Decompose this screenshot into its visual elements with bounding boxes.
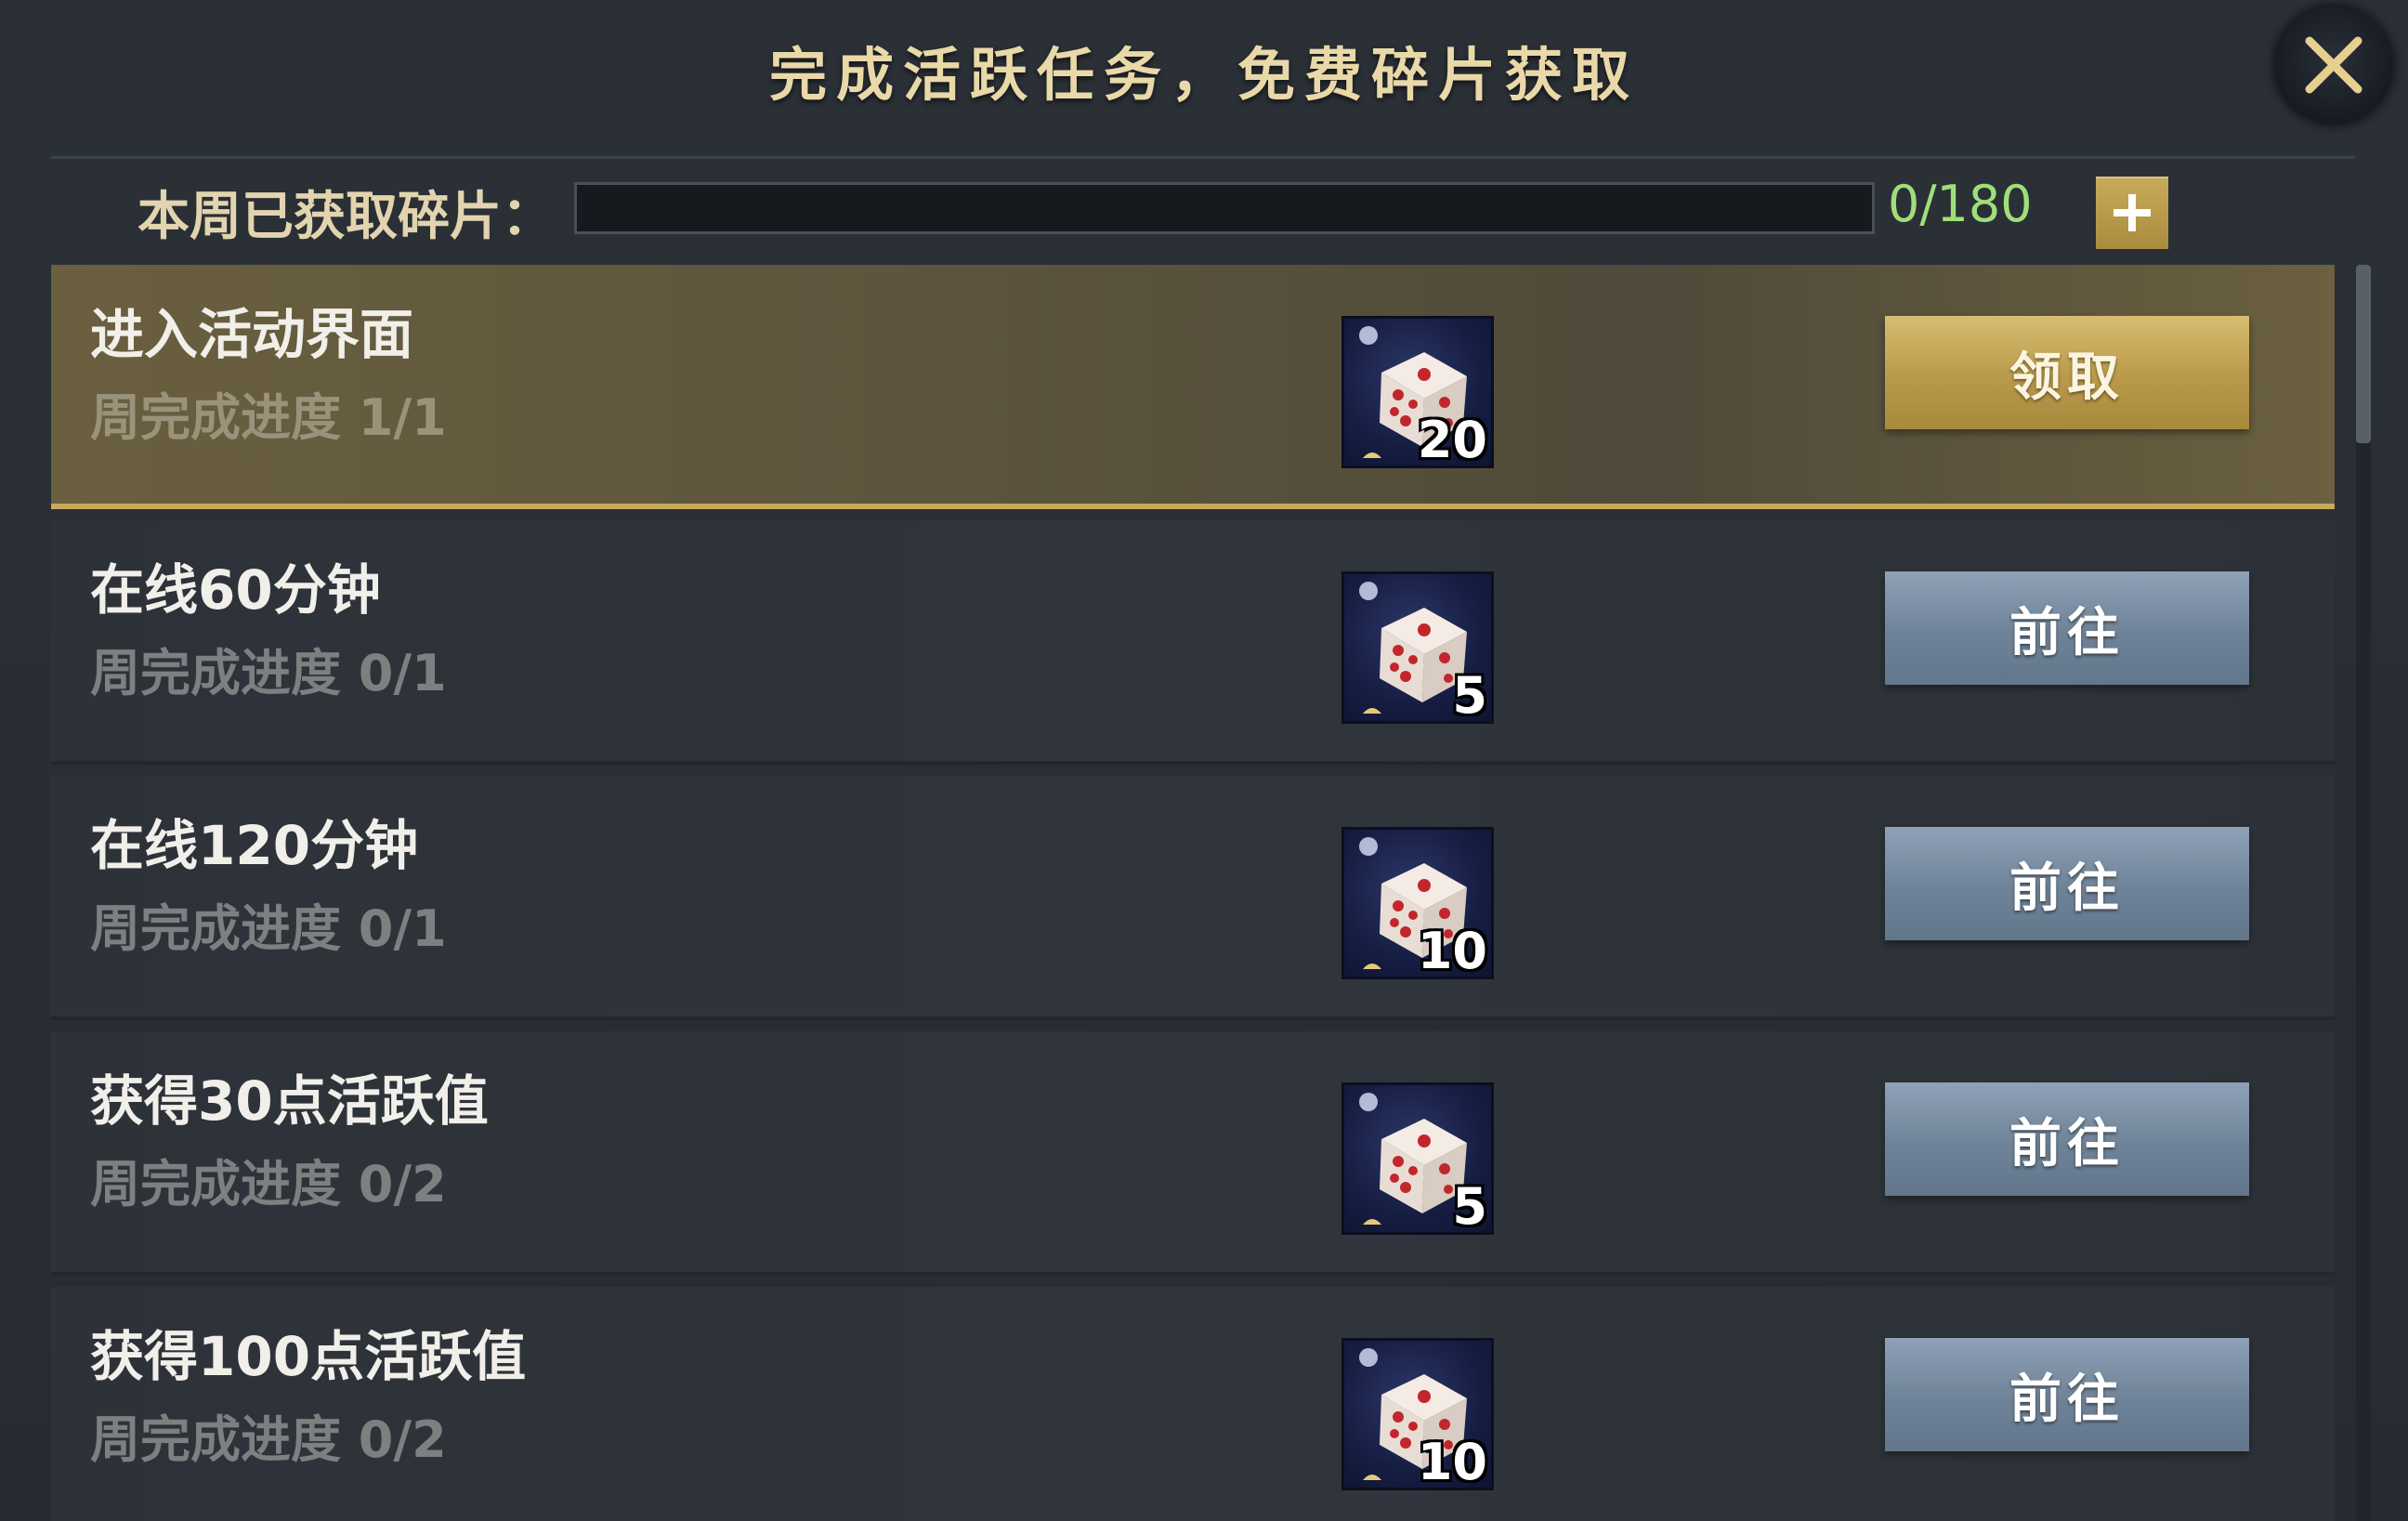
task-dialog: 完成活跃任务，免费碎片获取 本周已获取碎片： 0/180 进入活动界面 周完成进… xyxy=(0,0,2408,1521)
dice-fragment-icon[interactable]: 10 xyxy=(1344,1341,1491,1491)
reward-count: 5 xyxy=(1452,1177,1487,1236)
task-list-scrollbar[interactable] xyxy=(2356,265,2371,1521)
weekly-progress: 本周已获取碎片： 0/180 xyxy=(0,167,2408,251)
goto-button[interactable]: 前往 xyxy=(1885,1082,2249,1196)
task-progress: 周完成进度 1/1 xyxy=(90,388,447,447)
claim-button[interactable]: 领取 xyxy=(1885,316,2249,429)
weekly-progress-label: 本周已获取碎片： xyxy=(137,187,554,247)
task-row: 在线60分钟 周完成进度 0/1 5 前往 xyxy=(51,520,2335,765)
task-list: 进入活动界面 周完成进度 1/1 20 领取 在线60分钟 周完成进度 0/1 … xyxy=(51,265,2335,1521)
reward-count: 10 xyxy=(1417,1433,1487,1491)
header-divider xyxy=(51,156,2355,159)
task-progress: 周完成进度 0/1 xyxy=(90,644,447,702)
dice-fragment-icon[interactable]: 5 xyxy=(1344,574,1491,725)
dice-fragment-icon[interactable]: 5 xyxy=(1344,1085,1491,1236)
goto-button[interactable]: 前往 xyxy=(1885,571,2249,685)
goto-button[interactable]: 前往 xyxy=(1885,827,2249,940)
task-name: 获得30点活跃值 xyxy=(90,1069,489,1133)
goto-button[interactable]: 前往 xyxy=(1885,1338,2249,1451)
add-fragments-button[interactable] xyxy=(2096,177,2168,249)
task-name: 在线60分钟 xyxy=(90,558,381,622)
task-progress: 周完成进度 0/2 xyxy=(90,1155,447,1213)
reward-count: 10 xyxy=(1417,922,1487,980)
task-row: 获得100点活跃值 周完成进度 0/2 10 前往 xyxy=(51,1287,2335,1521)
weekly-progress-value: 0/180 xyxy=(1888,175,2033,233)
task-row: 在线120分钟 周完成进度 0/1 10 前往 xyxy=(51,776,2335,1020)
task-name: 获得100点活跃值 xyxy=(90,1325,527,1388)
plus-icon xyxy=(2114,194,2151,231)
task-progress: 周完成进度 0/2 xyxy=(90,1410,447,1469)
task-name: 在线120分钟 xyxy=(90,814,419,877)
reward-count: 20 xyxy=(1417,411,1487,469)
dice-fragment-icon[interactable]: 10 xyxy=(1344,830,1491,980)
close-icon xyxy=(2305,36,2362,94)
close-button[interactable] xyxy=(2274,6,2393,125)
weekly-progress-bar xyxy=(574,182,1875,234)
dice-fragment-icon[interactable]: 20 xyxy=(1344,319,1491,469)
reward-count: 5 xyxy=(1452,666,1487,725)
task-row: 获得30点活跃值 周完成进度 0/2 5 前往 xyxy=(51,1031,2335,1276)
task-progress: 周完成进度 0/1 xyxy=(90,899,447,958)
task-row: 进入活动界面 周完成进度 1/1 20 领取 xyxy=(51,265,2335,509)
dialog-title: 完成活跃任务，免费碎片获取 xyxy=(768,41,1639,109)
scrollbar-thumb[interactable] xyxy=(2356,265,2371,443)
task-name: 进入活动界面 xyxy=(90,303,414,366)
